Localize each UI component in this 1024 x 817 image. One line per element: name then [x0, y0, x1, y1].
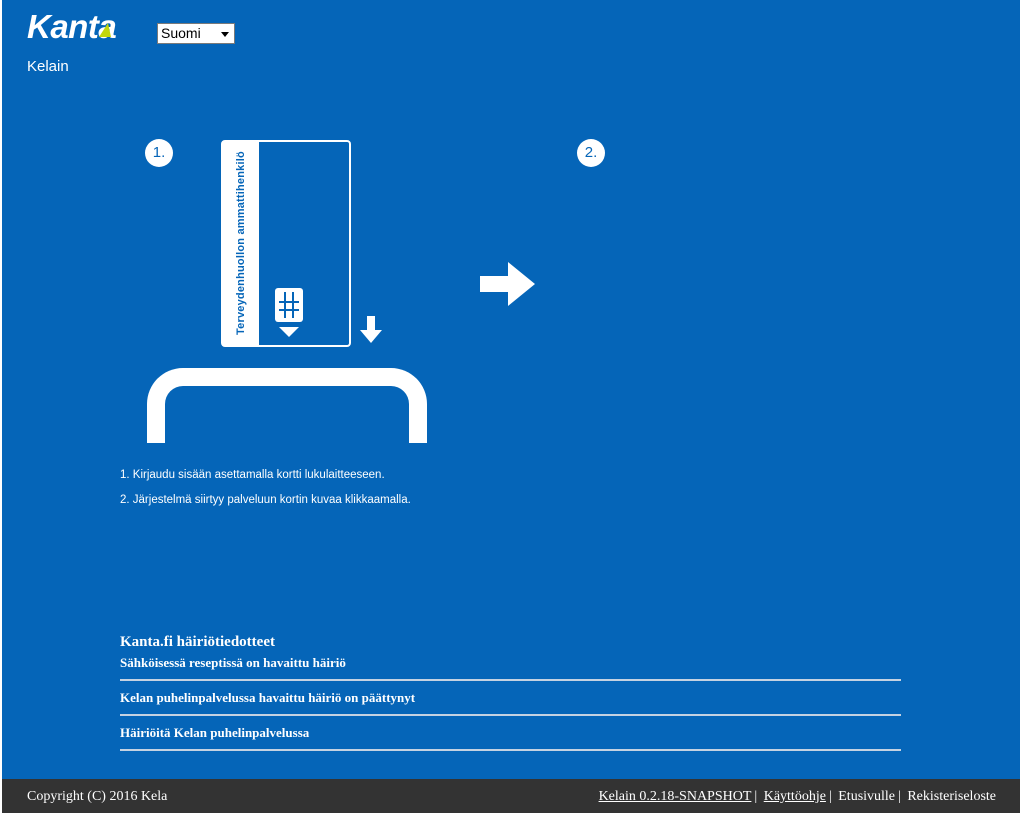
logo-accent-icon — [99, 23, 111, 37]
instruction-step-1: 1. Kirjaudu sisään asettamalla kortti lu… — [120, 469, 385, 481]
main-page: Kanta Suomi Kelain 1. 2. Terveydenhuollo… — [2, 0, 1020, 779]
separator: | — [898, 789, 901, 804]
card-label: Terveydenhuollon ammattihenkilö — [235, 151, 247, 335]
notice-link[interactable]: Sähköisessä reseptissä on havaittu häiri… — [120, 655, 901, 681]
card-reader-slot — [206, 376, 370, 380]
separator: | — [754, 789, 758, 804]
copyright-text: Copyright (C) 2016 Kela — [27, 789, 168, 804]
smart-card-image[interactable]: Terveydenhuollon ammattihenkilö — [221, 140, 351, 347]
notice-link[interactable]: Kelan puhelinpalvelussa havaittu häiriö … — [120, 690, 901, 716]
card-label-strip: Terveydenhuollon ammattihenkilö — [223, 142, 259, 345]
home-link[interactable]: Etusivulle — [838, 789, 895, 804]
version-link[interactable]: Kelain 0.2.18-SNAPSHOT — [599, 789, 752, 804]
app-name: Kelain — [27, 58, 69, 75]
card-chip-icon — [275, 288, 303, 322]
step-1-badge: 1. — [145, 139, 173, 167]
separator: | — [828, 789, 832, 804]
chip-direction-icon — [279, 327, 299, 337]
instruction-step-2: 2. Järjestelmä siirtyy palveluun kortin … — [120, 494, 411, 506]
down-arrow-icon — [360, 316, 382, 343]
language-select[interactable]: Suomi — [157, 23, 235, 44]
language-select-value: Suomi — [161, 25, 201, 41]
notices-title: Kanta.fi häiriötiedotteet — [120, 634, 275, 650]
notice-link[interactable]: Häiriöitä Kelan puhelinpalvelussa — [120, 725, 901, 751]
help-link[interactable]: Käyttöohje — [764, 789, 826, 804]
service-notices: Kanta.fi häiriötiedotteet Sähköisessä re… — [120, 632, 901, 760]
footer: Copyright (C) 2016 Kela Kelain 0.2.18-SN… — [2, 779, 1020, 813]
privacy-link[interactable]: Rekisteriseloste — [907, 789, 996, 804]
right-arrow-icon — [480, 262, 535, 306]
dropdown-caret-icon — [221, 32, 229, 37]
instructions: 1. Kirjaudu sisään asettamalla kortti lu… — [120, 468, 411, 518]
step-2-badge: 2. — [577, 139, 605, 167]
footer-links: Kelain 0.2.18-SNAPSHOT | Käyttöohje | Etus… — [599, 789, 996, 805]
